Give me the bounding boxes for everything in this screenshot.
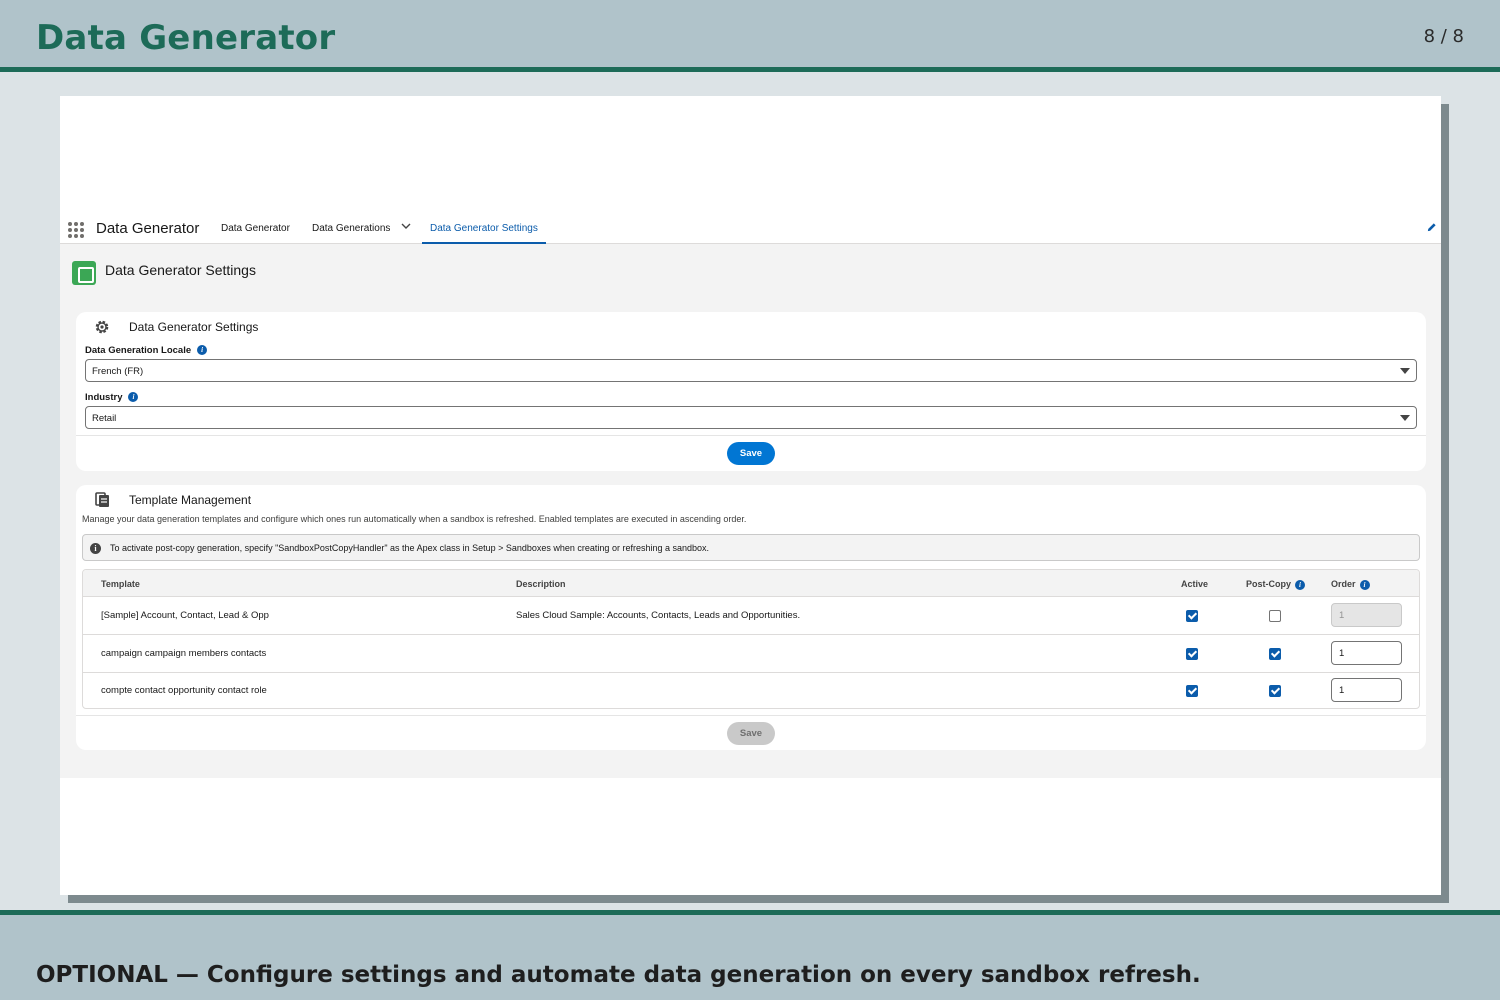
column-header-active[interactable]: Active — [1181, 579, 1208, 589]
app-launcher-icon[interactable] — [68, 222, 84, 238]
slide-caption: OPTIONAL — Configure settings and automa… — [36, 962, 1201, 988]
locale-select-value: French (FR) — [92, 366, 144, 377]
settings-card-title: Data Generator Settings — [129, 320, 259, 334]
active-checkbox[interactable] — [1186, 685, 1198, 697]
app-name: Data Generator — [96, 220, 200, 237]
gear-icon — [95, 320, 109, 334]
active-checkbox[interactable] — [1186, 610, 1198, 622]
nav-tab-data-generator[interactable]: Data Generator — [221, 223, 290, 244]
info-icon[interactable]: i — [197, 345, 208, 356]
caret-down-icon — [1400, 415, 1410, 421]
post-copy-notice: i To activate post-copy generation, spec… — [82, 534, 1420, 561]
industry-label: Industry i — [85, 392, 139, 403]
template-table: Template Description Active Post-Copy i O… — [82, 569, 1420, 709]
post-copy-checkbox[interactable] — [1269, 648, 1281, 660]
nav-tab-data-generations[interactable]: Data Generations — [312, 223, 390, 244]
order-input[interactable]: 1 — [1331, 641, 1402, 665]
column-header-post-copy[interactable]: Post-Copy i — [1246, 579, 1305, 590]
document-icon — [95, 492, 109, 507]
info-icon[interactable]: i — [128, 392, 139, 403]
industry-select[interactable]: Retail — [85, 406, 1417, 429]
settings-card: Data Generator Settings Data Generation … — [76, 312, 1426, 471]
template-name: [Sample] Account, Contact, Lead & Opp — [101, 610, 269, 621]
table-row: compte contact opportunity contact role … — [83, 672, 1419, 708]
card-divider — [76, 715, 1426, 716]
info-icon[interactable]: i — [1295, 579, 1305, 590]
template-description: Sales Cloud Sample: Accounts, Contacts, … — [516, 610, 801, 621]
info-icon: i — [90, 543, 101, 554]
table-row: [Sample] Account, Contact, Lead & Opp Sa… — [83, 597, 1419, 635]
screenshot-frame: Data Generator Data Generator Data Gener… — [60, 96, 1441, 895]
table-header: Template Description Active Post-Copy i O… — [83, 570, 1419, 597]
card-divider — [76, 435, 1426, 436]
column-header-order[interactable]: Order i — [1331, 579, 1370, 590]
template-management-card: Template Management Manage your data gen… — [76, 485, 1426, 750]
active-checkbox[interactable] — [1186, 648, 1198, 660]
locale-label: Data Generation Locale i — [85, 345, 208, 356]
slide-page-number: 8 / 8 — [1423, 26, 1464, 47]
column-header-template[interactable]: Template — [101, 579, 140, 589]
nav-tab-data-generator-settings[interactable]: Data Generator Settings — [422, 223, 546, 244]
settings-save-button[interactable]: Save — [727, 442, 775, 465]
template-card-title: Template Management — [129, 493, 252, 507]
post-copy-checkbox[interactable] — [1269, 610, 1281, 622]
app-navbar: Data Generator Data Generator Data Gener… — [60, 208, 1441, 244]
column-header-description[interactable]: Description — [516, 579, 566, 589]
page-title: Data Generator Settings — [105, 262, 256, 278]
notice-text: To activate post-copy generation, specif… — [110, 543, 709, 553]
order-input[interactable]: 1 — [1331, 678, 1402, 702]
template-card-description: Manage your data generation templates an… — [82, 514, 747, 524]
slide-header: Data Generator 8 / 8 — [0, 0, 1500, 72]
salesforce-app: Data Generator Data Generator Data Gener… — [60, 208, 1441, 778]
industry-select-value: Retail — [92, 413, 117, 424]
settings-page-icon — [72, 261, 96, 285]
info-icon[interactable]: i — [1359, 579, 1370, 590]
caret-down-icon — [1400, 368, 1410, 374]
slide-title: Data Generator — [36, 18, 336, 58]
locale-select[interactable]: French (FR) — [85, 359, 1417, 382]
template-name: compte contact opportunity contact role — [101, 685, 267, 696]
template-save-button[interactable]: Save — [727, 722, 775, 745]
table-row: campaign campaign members contacts 1 — [83, 635, 1419, 673]
chevron-down-icon[interactable] — [401, 221, 411, 231]
order-input: 1 — [1331, 603, 1402, 627]
post-copy-checkbox[interactable] — [1269, 685, 1281, 697]
slide-footer: OPTIONAL — Configure settings and automa… — [0, 910, 1500, 1000]
template-name: campaign campaign members contacts — [101, 648, 267, 659]
edit-icon[interactable] — [1426, 222, 1437, 233]
